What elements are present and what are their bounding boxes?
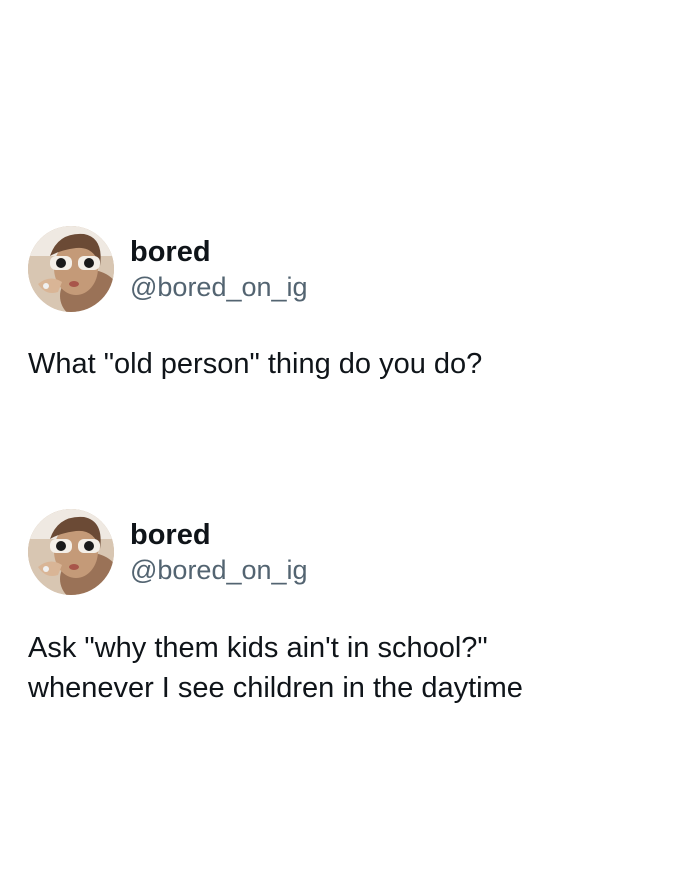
post-header: bored @bored_on_ig bbox=[28, 225, 668, 313]
author-display-name[interactable]: bored bbox=[130, 234, 308, 270]
author-names: bored @bored_on_ig bbox=[130, 517, 308, 587]
post-reply: bored @bored_on_ig Ask "why them kids ai… bbox=[28, 508, 668, 708]
avatar-photo-icon bbox=[28, 226, 114, 312]
post-question: bored @bored_on_ig What "old person" thi… bbox=[28, 225, 668, 384]
avatar[interactable] bbox=[28, 226, 114, 312]
author-display-name[interactable]: bored bbox=[130, 517, 308, 553]
post-text: What "old person" thing do you do? bbox=[28, 348, 483, 380]
author-handle[interactable]: @bored_on_ig bbox=[130, 270, 308, 304]
post-header: bored @bored_on_ig bbox=[28, 508, 668, 596]
author-names: bored @bored_on_ig bbox=[130, 234, 308, 304]
author-handle[interactable]: @bored_on_ig bbox=[130, 553, 308, 587]
avatar-photo-icon bbox=[28, 509, 114, 595]
avatar[interactable] bbox=[28, 509, 114, 595]
post-text: Ask "why them kids ain't in school?" whe… bbox=[28, 632, 523, 704]
